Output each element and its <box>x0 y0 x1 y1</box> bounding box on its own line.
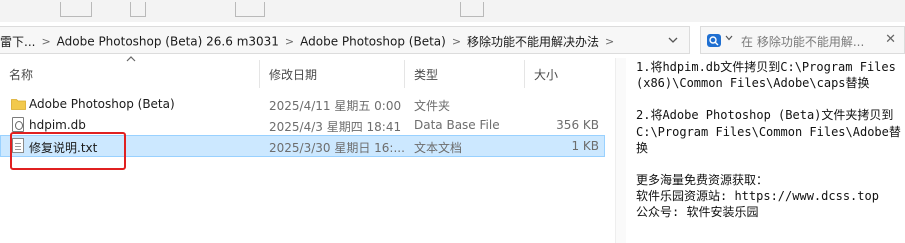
column-divider[interactable] <box>524 60 525 88</box>
file-size: 356 KB <box>556 118 599 132</box>
file-name: Adobe Photoshop (Beta) <box>29 97 175 111</box>
resource-site: 软件乐园资源站: https://www.dcss.top <box>636 189 879 204</box>
file-name: hdpim.db <box>29 118 86 132</box>
resource-heading: 更多海量免费资源获取： <box>636 173 769 188</box>
file-row[interactable]: Adobe Photoshop (Beta) 2025/4/11 星期五 0:0… <box>0 93 605 115</box>
column-divider[interactable] <box>259 60 260 88</box>
column-header-size[interactable]: 大小 <box>534 66 558 83</box>
breadcrumb-separator-icon[interactable]: > <box>452 35 461 48</box>
column-header-type[interactable]: 类型 <box>414 66 438 83</box>
toolbar-button[interactable] <box>460 2 484 17</box>
toolbar-button[interactable] <box>130 2 146 17</box>
breadcrumb-item[interactable]: 雷下... <box>0 35 35 49</box>
resource-account: 公众号: 软件安装乐园 <box>636 205 759 220</box>
file-type: 文件夹 <box>414 99 451 113</box>
column-header-name[interactable]: 名称 <box>9 66 33 83</box>
instructions-text-panel: 1.将hdpim.db文件拷贝到C:\Program Files (x86)\C… <box>636 59 905 221</box>
search-box[interactable]: 在 移除功能不能用解... ✕ <box>700 26 905 54</box>
breadcrumb-separator-icon[interactable]: > <box>605 35 614 48</box>
breadcrumb-item[interactable]: 移除功能不能用解决办法 <box>467 35 599 49</box>
breadcrumb-item[interactable]: Adobe Photoshop (Beta) <box>300 35 446 49</box>
file-type: Data Base File <box>414 118 500 132</box>
sort-ascending-icon <box>126 54 136 65</box>
breadcrumb-separator-icon[interactable]: > <box>41 35 50 48</box>
database-file-icon <box>12 117 24 132</box>
column-header-modified[interactable]: 修改日期 <box>269 66 317 83</box>
file-size: 1 KB <box>571 139 599 153</box>
file-modified: 2025/4/11 星期五 0:00 <box>269 99 402 113</box>
highlight-annotation-box <box>10 132 126 170</box>
breadcrumb-item[interactable]: Adobe Photoshop (Beta) 26.6 m3031 <box>57 35 279 49</box>
chevron-down-icon <box>668 37 678 43</box>
instruction-step-2: 2.将Adobe Photoshop (Beta)文件夹拷贝到C:\Progra… <box>636 108 901 155</box>
vertical-scrollbar[interactable] <box>615 58 626 243</box>
instruction-step-1: 1.将hdpim.db文件拷贝到C:\Program Files (x86)\C… <box>636 60 904 91</box>
address-dropdown-button[interactable] <box>668 34 678 47</box>
column-divider[interactable] <box>404 60 405 88</box>
file-type: 文本文档 <box>414 141 463 155</box>
file-modified: 2025/3/30 星期日 16:... <box>269 141 405 155</box>
file-modified: 2025/4/3 星期四 18:41 <box>269 120 402 134</box>
address-bar[interactable]: 雷下... > Adobe Photoshop (Beta) 26.6 m3031 >… <box>0 26 690 54</box>
search-scope-chevron-icon[interactable] <box>725 34 733 44</box>
toolbar-button[interactable] <box>235 2 265 17</box>
breadcrumb: 雷下... > Adobe Photoshop (Beta) 26.6 m3031 >… <box>0 33 620 50</box>
toolbar-strip <box>0 0 905 22</box>
close-icon[interactable]: ✕ <box>885 32 896 47</box>
breadcrumb-separator-icon[interactable]: > <box>285 35 294 48</box>
search-input[interactable]: 在 移除功能不能用解... <box>741 33 864 50</box>
toolbar-button[interactable] <box>60 2 92 17</box>
search-icon <box>707 34 721 47</box>
folder-icon <box>11 98 26 110</box>
